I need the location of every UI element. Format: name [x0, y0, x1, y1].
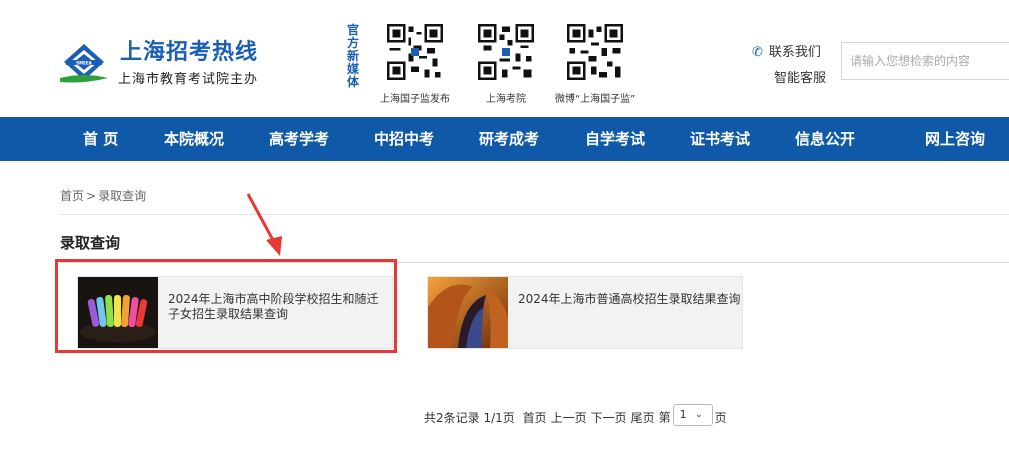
page-select[interactable]: 1 ⌄ [672, 404, 713, 426]
nav-item-zixun[interactable]: 网上咨询 [925, 117, 985, 161]
card-title[interactable]: 2024年上海市普通高校招生录取结果查询 [518, 292, 744, 307]
qr-label: 微博“上海国子监” [555, 94, 636, 105]
highlight-box [55, 259, 397, 353]
nav-item-yankao[interactable]: 研考成考 [479, 117, 539, 161]
pagination: 共2条记录 1/1页 首页 上一页 下一页 尾页第 1 ⌄ 页 [424, 404, 731, 429]
phone-icon: ✆ [752, 45, 763, 60]
breadcrumb-current[interactable]: 录取查询 [98, 189, 146, 203]
smart-service-link[interactable]: 智能客服 [752, 66, 826, 92]
nav-item-home[interactable]: 首 页 [83, 117, 118, 161]
logo-title: 上海招考热线 [120, 40, 259, 65]
qr-code-icon [387, 24, 443, 80]
nav-item-zhengshu[interactable]: 证书考试 [690, 117, 750, 161]
pager-first[interactable]: 首页 [523, 411, 547, 425]
page-select-value: 1 [679, 408, 687, 421]
search-input[interactable] [842, 43, 1009, 79]
contact-us-label: 联系我们 [768, 45, 821, 60]
contact-block: ✆ 联系我们 智能客服 [752, 40, 826, 92]
pager-summary: 共2条记录 1/1页 [424, 410, 515, 425]
qr-label: 上海国子监发布 [380, 94, 450, 105]
qr-code-icon [567, 24, 624, 80]
breadcrumb-home[interactable]: 首页 [60, 189, 84, 203]
arch-image [428, 277, 508, 348]
search-box [841, 42, 1009, 80]
site-logo[interactable]: SMEEA 上海招考热线 上海市教育考试院主办 [58, 36, 278, 92]
qr-item-weibo: 微博“上海国子监” [555, 24, 635, 105]
qr-item-guozijian: 上海国子监发布 [380, 24, 450, 105]
qr-label: 上海考院 [486, 94, 526, 105]
site-header: SMEEA 上海招考热线 上海市教育考试院主办 官方新媒体 上海国子监发布 上海… [0, 0, 1009, 117]
pager-page-prefix: 第 [658, 410, 671, 425]
qr-item-kaoyuan: 上海考院 [478, 24, 534, 105]
breadcrumb-separator: > [86, 189, 97, 203]
qr-code-icon [478, 24, 534, 80]
breadcrumb: 首页 > 录取查询 [60, 187, 146, 204]
main-nav: 首 页 本院概况 高考学考 中招中考 研考成考 自学考试 证书考试 信息公开 网… [0, 117, 1009, 161]
nav-item-xinxi[interactable]: 信息公开 [795, 117, 855, 161]
media-label: 官方新媒体 [346, 23, 359, 89]
contact-us-link[interactable]: ✆ 联系我们 [752, 40, 826, 66]
smart-service-label: 智能客服 [774, 71, 827, 86]
nav-item-zhongkao[interactable]: 中招中考 [374, 117, 434, 161]
logo-subtitle: 上海市教育考试院主办 [118, 72, 259, 87]
svg-text:SMEEA: SMEEA [76, 61, 92, 66]
query-card-gaokao[interactable]: 2024年上海市普通高校招生录取结果查询 [427, 276, 743, 349]
nav-item-about[interactable]: 本院概况 [164, 117, 224, 161]
nav-item-zixue[interactable]: 自学考试 [585, 117, 645, 161]
section-title: 录取查询 [60, 234, 121, 252]
annotation-arrow-icon [246, 193, 282, 256]
pager-prev[interactable]: 上一页 [551, 411, 587, 425]
pager-last[interactable]: 尾页 [631, 411, 655, 425]
pager-next[interactable]: 下一页 [591, 411, 627, 425]
chevron-down-icon: ⌄ [695, 410, 703, 420]
nav-item-gaokao[interactable]: 高考学考 [269, 117, 329, 161]
divider [60, 214, 1009, 215]
arch-thumbnail-icon [428, 277, 508, 348]
smeea-logo-icon: SMEEA [60, 44, 108, 83]
pager-page-suffix: 页 [714, 410, 727, 425]
